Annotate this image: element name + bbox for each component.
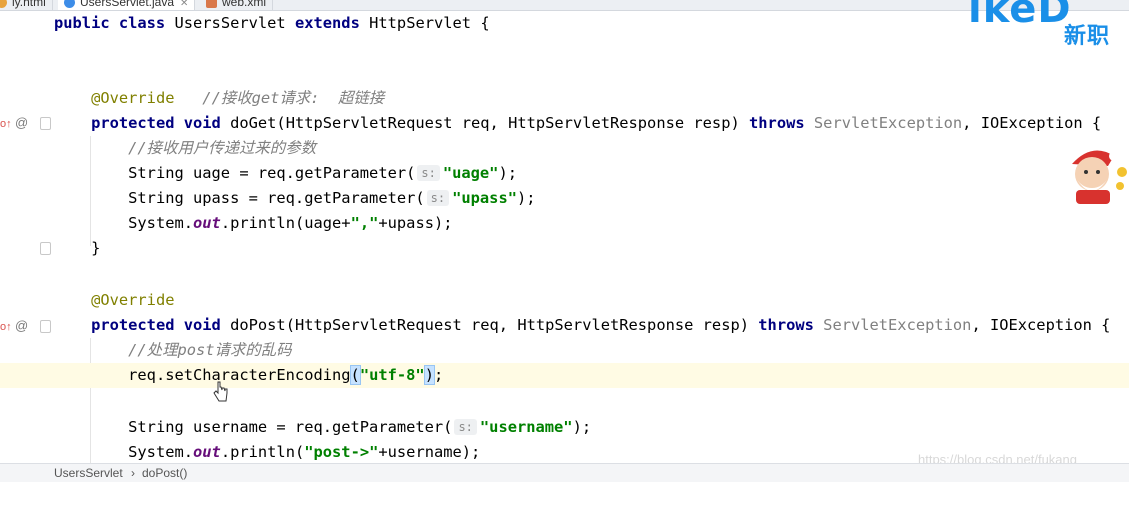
tab-label: ly.html (12, 0, 46, 9)
parameter-hint: s: (417, 165, 440, 181)
breadcrumb-separator: › (131, 466, 135, 480)
tab-web-xml[interactable]: web.xml (200, 0, 274, 10)
code-line-17: String username = req.getParameter(s: "us… (128, 418, 592, 436)
code-line-1: public class UsersServlet extends HttpSe… (54, 14, 490, 32)
tab-users-servlet[interactable]: UsersServlet.java ✕ (58, 0, 196, 10)
mascot-icon (1072, 150, 1127, 204)
code-line-8: String upass = req.getParameter(s: "upass… (128, 189, 536, 207)
code-line-13: protected void doPost(HttpServletRequest… (91, 316, 1111, 334)
code-line-7: String uage = req.getParameter(s: "uage")… (128, 164, 517, 182)
code-line-9: System.out.println(uage+","+upass); (128, 214, 453, 232)
xml-file-icon (206, 0, 217, 8)
brace-highlight: ) (423, 365, 435, 385)
code-line-10: } (91, 239, 101, 257)
code-line-5: protected void doGet(HttpServletRequest … (91, 114, 1102, 132)
hand-cursor-icon (213, 381, 228, 402)
breadcrumb-class[interactable]: UsersServlet (54, 464, 123, 482)
brace-highlight: ( (349, 365, 361, 385)
html-file-icon (0, 0, 7, 8)
editor-tab-bar: ly.html UsersServlet.java ✕ web.xml (0, 0, 1129, 11)
tab-label: UsersServlet.java (80, 0, 175, 9)
tab-label: web.xml (222, 0, 267, 9)
code-line-12: @Override (91, 291, 175, 309)
code-line-4: @Override //接收get请求: 超链接 (91, 89, 385, 107)
breadcrumb-method[interactable]: doPost() (142, 464, 187, 482)
parameter-hint: s: (454, 419, 477, 435)
java-class-icon (64, 0, 75, 8)
close-icon[interactable]: ✕ (180, 0, 188, 9)
code-editor[interactable]: public class UsersServlet extends HttpSe… (0, 11, 1129, 463)
breadcrumb: UsersServlet › doPost() (0, 463, 1129, 482)
tab-html-file[interactable]: ly.html (0, 0, 53, 10)
code-line-14: //处理post请求的乱码 (128, 341, 292, 359)
code-line-6: //接收用户传递过来的参数 (128, 139, 316, 157)
code-line-15-current: req.setCharacterEncoding("utf-8"); (0, 363, 1129, 388)
brand-logo: ikeD 新职 (968, 0, 1111, 49)
parameter-hint: s: (426, 190, 450, 206)
